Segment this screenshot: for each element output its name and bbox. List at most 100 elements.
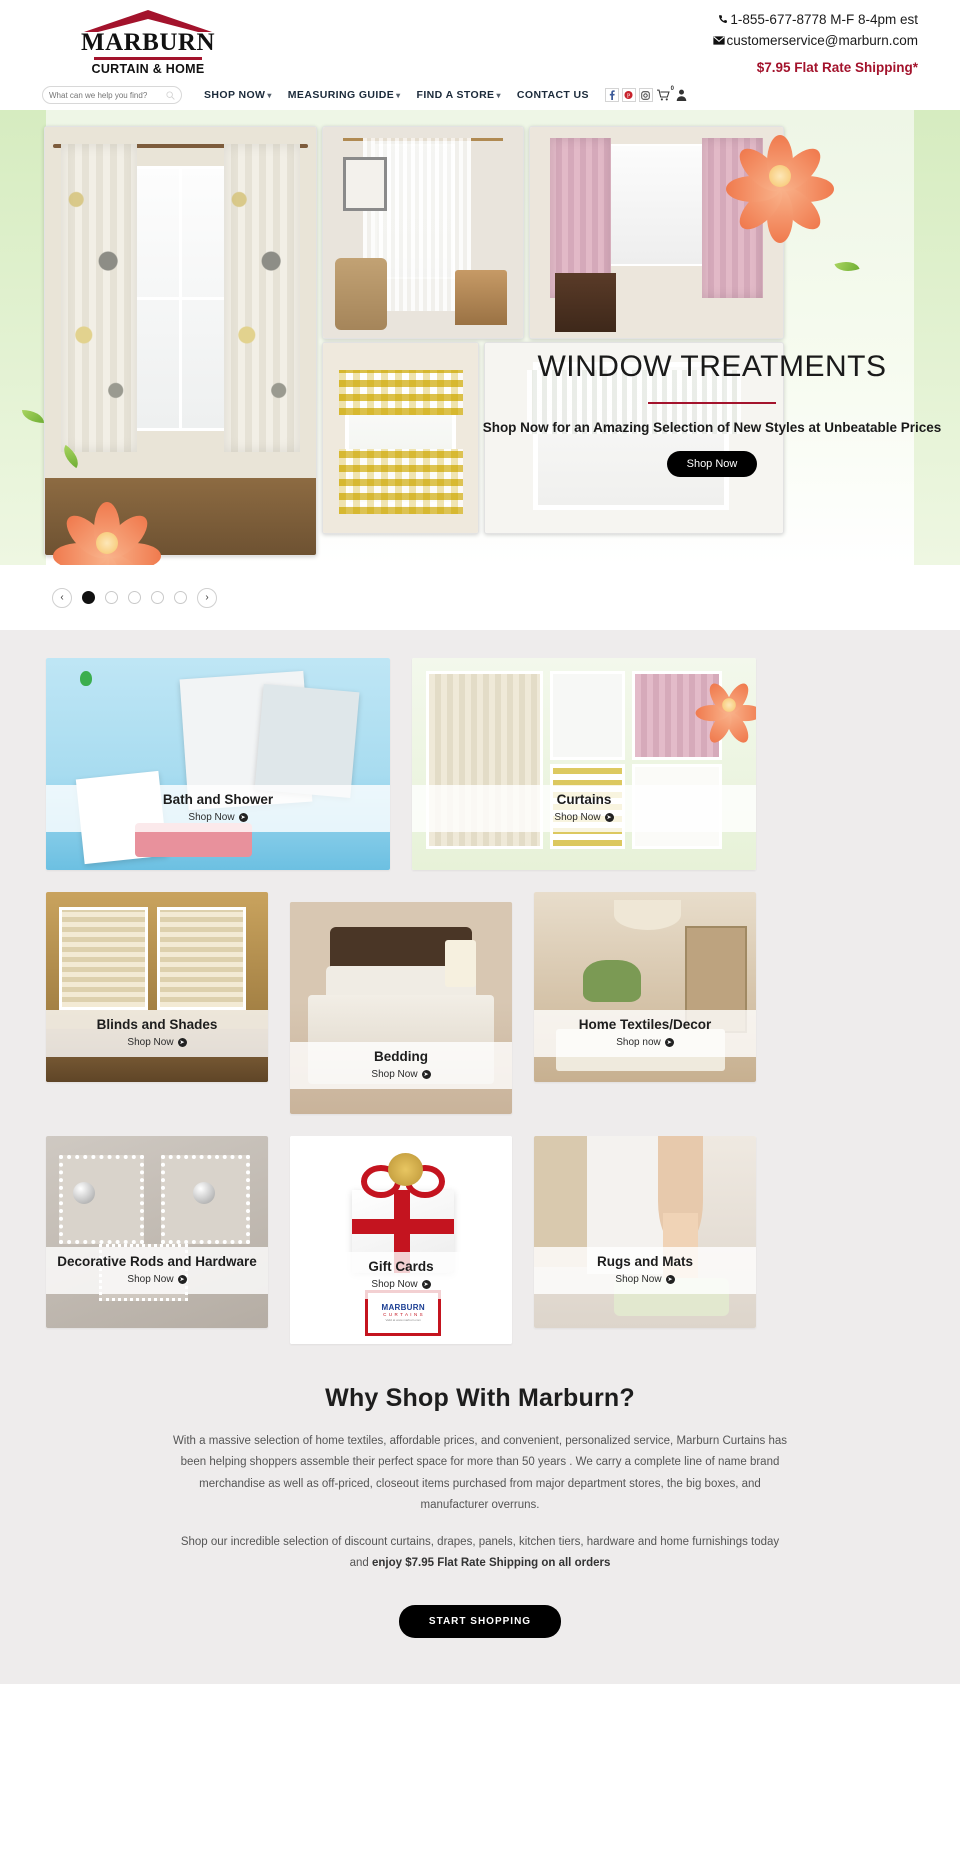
tile-title: Gift Cards [368, 1259, 434, 1275]
giftcard-sub: C U R T A I N S [383, 1312, 424, 1318]
category-tile-decorative-rods-and-hardware[interactable]: Decorative Rods and Hardware Shop Now ➤ [46, 1136, 268, 1328]
why-shop-shipping-highlight: enjoy $7.95 Flat Rate Shipping on all or… [372, 1557, 611, 1570]
why-shop-section: Why Shop With Marburn? With a massive se… [0, 1370, 960, 1684]
logo[interactable]: MARBURN CURTAIN & HOME [48, 8, 248, 76]
tile-cta-label: Shop Now [127, 1036, 174, 1048]
arrow-right-icon: ➤ [604, 813, 614, 823]
arrow-right-icon: ➤ [421, 1069, 431, 1079]
category-tile-gift-cards[interactable]: MARBURN C U R T A I N S Valid at www.mar… [290, 1136, 512, 1344]
site-header: MARBURN CURTAIN & HOME 1-855-677-8778 M-… [0, 0, 960, 110]
start-shopping-button[interactable]: START SHOPPING [398, 1604, 562, 1638]
tile-cta[interactable]: Shop Now ➤ [416, 812, 752, 823]
nav-item-contact-us[interactable]: CONTACT US [517, 89, 589, 101]
tile-label-band: Decorative Rods and Hardware Shop Now ➤ [46, 1247, 268, 1295]
search-icon[interactable] [166, 90, 175, 100]
tile-cta[interactable]: Shop Now ➤ [538, 1274, 752, 1285]
category-tile-curtains[interactable]: Curtains Shop Now ➤ [412, 658, 756, 870]
tile-title: Bedding [374, 1048, 428, 1064]
carousel-dot-3[interactable] [128, 591, 141, 604]
tile-cta[interactable]: Shop Now ➤ [294, 1069, 508, 1080]
phone-line[interactable]: 1-855-677-8778 M-F 8-4pm est [713, 10, 918, 31]
logo-underline [94, 57, 202, 61]
facebook-icon[interactable] [604, 88, 619, 102]
arrow-right-icon: ➤ [177, 1275, 187, 1285]
category-tile-home-textiles-decor[interactable]: Home Textiles/Decor Shop now ➤ [534, 892, 756, 1082]
phone-number: 1-855-677-8778 M-F 8-4pm est [730, 12, 918, 27]
category-row-2: Blinds and Shades Shop Now ➤ Bedding Shop… [0, 892, 960, 1136]
header-contact: 1-855-677-8778 M-F 8-4pm est customerser… [713, 10, 918, 79]
shipping-promo: $7.95 Flat Rate Shipping* [756, 59, 918, 75]
tile-cta[interactable]: Shop now ➤ [538, 1037, 752, 1048]
tile-cta[interactable]: Shop Now ➤ [50, 1037, 264, 1048]
envelope-icon [713, 36, 726, 45]
arrow-right-icon: ➤ [664, 1037, 674, 1047]
giftcard-brand: MARBURN [381, 1303, 425, 1313]
email-line[interactable]: customerservice@marburn.com [713, 31, 918, 52]
carousel-dot-4[interactable] [151, 591, 164, 604]
tile-cta[interactable]: Shop Now ➤ [50, 1274, 264, 1285]
tile-label-band: Bath and Shower Shop Now ➤ [46, 785, 390, 833]
hero-collage [40, 110, 960, 565]
category-tile-rugs-and-mats[interactable]: Rugs and Mats Shop Now ➤ [534, 1136, 756, 1328]
arrow-right-icon: ➤ [421, 1280, 431, 1290]
tile-title: Curtains [556, 792, 612, 808]
hero-divider [648, 402, 776, 404]
nav-item-measuring-guide[interactable]: MEASURING GUIDE ▾ [288, 89, 401, 101]
tile-label-band: Gift Cards Shop Now ➤ [290, 1252, 512, 1300]
nav-item-shop-now[interactable]: SHOP NOW ▾ [204, 89, 272, 101]
tile-title: Bath and Shower [162, 792, 274, 808]
nav-links: SHOP NOW ▾ MEASURING GUIDE ▾ FIND A STORE ▾… [204, 89, 589, 101]
search-input[interactable] [49, 90, 167, 100]
carousel-prev-button[interactable]: ‹ [52, 587, 72, 608]
tile-art [534, 1136, 756, 1328]
carousel-dot-2[interactable] [105, 591, 118, 604]
cart-icon[interactable]: 0 [656, 86, 674, 103]
tile-art [46, 658, 390, 870]
tile-label-band: Bedding Shop Now ➤ [290, 1041, 512, 1089]
hero-carousel[interactable]: WINDOW TREATMENTS Shop Now for an Amazin… [0, 110, 960, 565]
nav-item-find-a-store[interactable]: FIND A STORE ▾ [417, 89, 501, 101]
tile-label-band: Curtains Shop Now ➤ [412, 785, 756, 833]
tile-title: Decorative Rods and Hardware [57, 1254, 257, 1270]
tile-title: Blinds and Shades [96, 1016, 218, 1032]
category-tile-bedding[interactable]: Bedding Shop Now ➤ [290, 902, 512, 1114]
tile-cta-label: Shop Now [188, 812, 235, 824]
tile-cta[interactable]: Shop Now ➤ [50, 812, 386, 823]
user-account-icon[interactable] [674, 88, 689, 103]
tile-cta-label: Shop now [616, 1036, 661, 1048]
tile-label-band: Rugs and Mats Shop Now ➤ [534, 1247, 756, 1295]
instagram-icon[interactable] [638, 88, 653, 102]
chevron-down-icon: ▾ [396, 91, 401, 100]
category-row-1: Bath and Shower Shop Now ➤ Curtains Shop… [0, 658, 960, 892]
category-tile-blinds-and-shades[interactable]: Blinds and Shades Shop Now ➤ [46, 892, 268, 1082]
tile-title: Rugs and Mats [596, 1254, 693, 1270]
phone-icon [719, 15, 728, 23]
tile-cta[interactable]: Shop Now ➤ [294, 1279, 508, 1290]
tile-cta-label: Shop Now [615, 1274, 662, 1286]
hero-shop-now-button[interactable]: Shop Now [666, 451, 758, 477]
carousel-next-button[interactable]: › [197, 587, 217, 608]
arrow-right-icon: ➤ [238, 813, 248, 823]
main-navigation: SHOP NOW▾ MEASURING GUIDE▾ FIND A STORE▾… [0, 80, 960, 110]
hero-text-block: WINDOW TREATMENTS Shop Now for an Amazin… [452, 350, 960, 477]
nav-icon-group: P 0 [604, 86, 689, 103]
tile-cta-label: Shop Now [127, 1274, 174, 1286]
carousel-dot-5[interactable] [174, 591, 187, 604]
arrow-right-icon: ➤ [665, 1275, 675, 1285]
hero-subtitle: Shop Now for an Amazing Selection of New… [482, 420, 942, 435]
logo-brand-text: MARBURN [80, 29, 216, 56]
carousel-dot-1[interactable] [82, 591, 95, 604]
search-box[interactable] [42, 86, 182, 104]
hero-title: WINDOW TREATMENTS [537, 350, 887, 383]
tile-art [46, 1136, 268, 1328]
category-grid: Bath and Shower Shop Now ➤ Curtains Shop… [0, 630, 960, 1370]
tile-art [412, 658, 756, 870]
pinterest-icon[interactable]: P [621, 88, 636, 102]
category-tile-bath-and-shower[interactable]: Bath and Shower Shop Now ➤ [46, 658, 390, 870]
tile-label-band: Blinds and Shades Shop Now ➤ [46, 1009, 268, 1057]
giftcard-fineprint: Valid at www.marburn.com [385, 1318, 421, 1323]
email-address: customerservice@marburn.com [726, 32, 918, 48]
carousel-controls: ‹ › [0, 565, 960, 630]
tile-title: Home Textiles/Decor [578, 1016, 712, 1032]
tile-label-band: Home Textiles/Decor Shop now ➤ [534, 1009, 756, 1057]
